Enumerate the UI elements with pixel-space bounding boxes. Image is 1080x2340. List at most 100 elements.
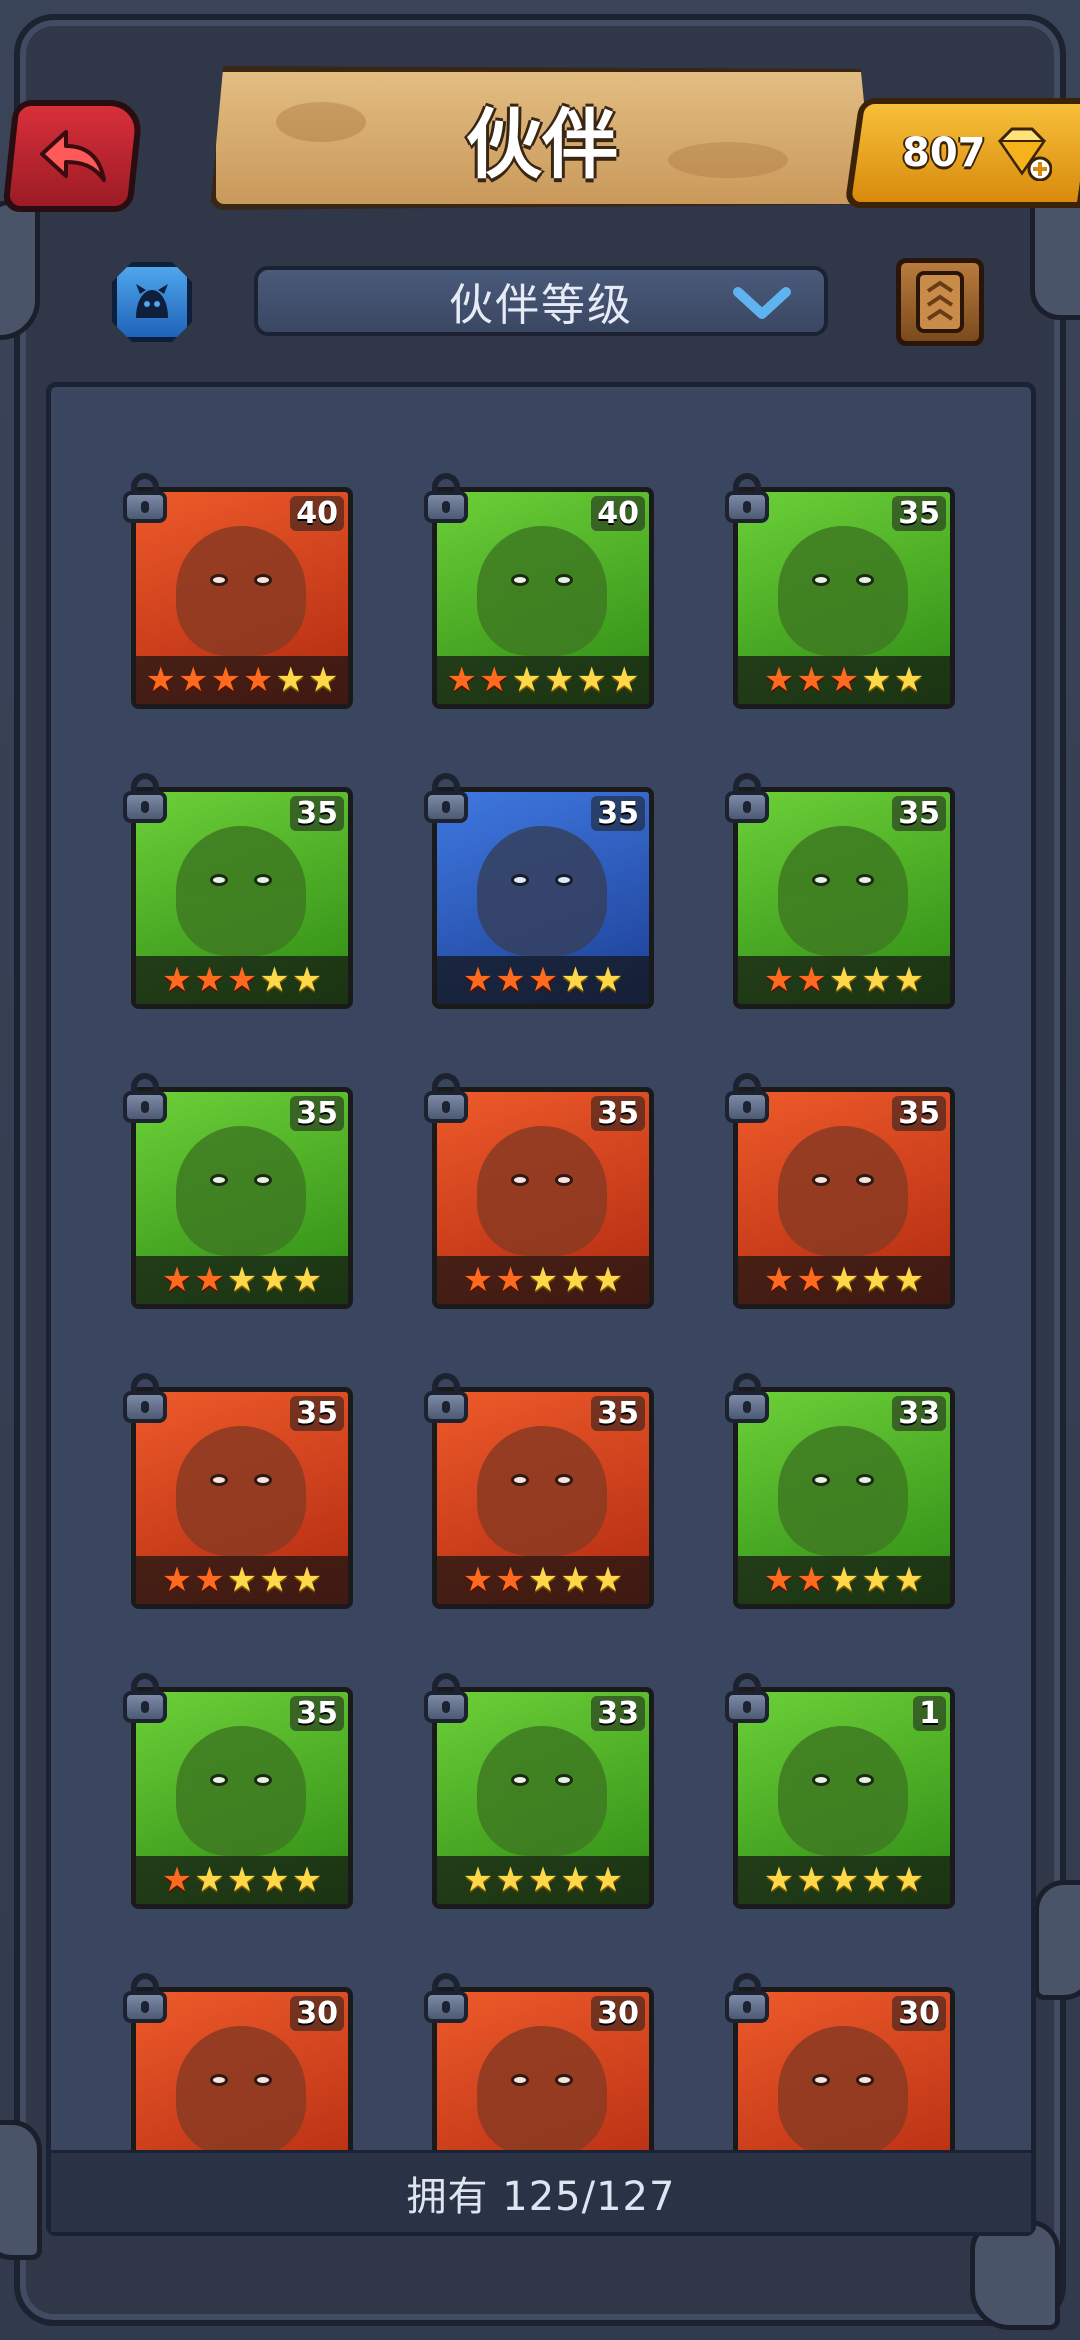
gold-star-icon: ★ [828, 1860, 860, 1900]
owned-footer: 拥有 125/127 [51, 2150, 1031, 2232]
lock-body [123, 1991, 167, 2023]
companion-level: 33 [591, 1696, 645, 1731]
diamond-plus-icon [997, 127, 1052, 181]
gold-star-icon: ★ [560, 1560, 591, 1600]
filter-button[interactable] [112, 262, 192, 342]
star-rating: ★ ★ ★ ★ ★ [136, 956, 348, 1004]
lock-body [123, 791, 167, 823]
red-star-icon: ★ [796, 960, 827, 1000]
portrait-eye [555, 1474, 573, 1486]
star-rating: ★ ★ ★ ★ ★ [136, 1856, 348, 1904]
gold-star-icon: ★ [307, 660, 339, 700]
red-star-icon: ★ [145, 660, 177, 700]
companion-slot: 35 ★ ★ ★ ★ ★ [424, 773, 654, 1009]
lock-icon[interactable] [723, 1973, 771, 2025]
red-star-icon: ★ [763, 1560, 795, 1600]
lock-icon[interactable] [121, 473, 169, 525]
gold-star-icon: ★ [275, 660, 306, 700]
gold-star-icon: ★ [527, 1260, 559, 1300]
companion-portrait [477, 1726, 607, 1856]
lock-icon[interactable] [723, 1373, 771, 1425]
companion-slot: 35 ★ ★ ★ ★ ★ [123, 1673, 353, 1909]
companion-portrait [778, 526, 908, 656]
gold-star-icon: ★ [291, 1260, 323, 1300]
gold-star-icon: ★ [544, 660, 575, 700]
portrait-eye [555, 874, 573, 886]
companion-level: 1 [913, 1696, 946, 1731]
gold-star-icon: ★ [560, 1860, 591, 1900]
red-star-icon: ★ [796, 660, 827, 700]
gold-star-icon: ★ [893, 960, 925, 1000]
lock-body [725, 1991, 769, 2023]
gold-star-icon: ★ [527, 1860, 559, 1900]
companion-portrait [778, 1126, 908, 1256]
gold-star-icon: ★ [259, 960, 290, 1000]
portrait-eye [812, 574, 830, 586]
portrait-eye [511, 874, 529, 886]
lock-body [725, 1391, 769, 1423]
gold-star-icon: ★ [893, 1260, 925, 1300]
monster-filter-icon [136, 284, 168, 318]
lock-icon[interactable] [121, 1673, 169, 1725]
portrait-eye [254, 1474, 272, 1486]
lock-body [424, 791, 468, 823]
sort-label: 伙伴等级 [449, 280, 633, 331]
lock-icon[interactable] [422, 473, 470, 525]
lock-icon[interactable] [422, 773, 470, 825]
gold-star-icon: ★ [796, 1860, 827, 1900]
lock-icon[interactable] [723, 1073, 771, 1125]
companion-slot: 35 ★ ★ ★ ★ ★ [123, 773, 353, 1009]
lock-body [123, 1391, 167, 1423]
lock-icon[interactable] [422, 1673, 470, 1725]
portrait-eye [856, 874, 874, 886]
companion-slot: 35 ★ ★ ★ ★ ★ [424, 1073, 654, 1309]
lock-icon[interactable] [723, 473, 771, 525]
scroll-book-button[interactable] [896, 258, 984, 346]
star-rating: ★ ★ ★ ★ ★ [738, 1556, 950, 1604]
red-star-icon: ★ [763, 960, 795, 1000]
companion-portrait [176, 1726, 306, 1856]
portrait-eye [511, 1174, 529, 1186]
red-star-icon: ★ [194, 1560, 225, 1600]
star-rating: ★ ★ ★ ★ ★ ★ [437, 656, 649, 704]
star-rating: ★ ★ ★ ★ ★ [738, 956, 950, 1004]
lock-icon[interactable] [422, 1973, 470, 2025]
companion-slot: 35 ★ ★ ★ ★ ★ [725, 773, 955, 1009]
gold-star-icon: ★ [560, 1260, 591, 1300]
red-star-icon: ★ [194, 1260, 225, 1300]
frame-rock [0, 200, 40, 340]
lock-icon[interactable] [723, 1673, 771, 1725]
chevron-down-icon [733, 287, 791, 319]
lock-icon[interactable] [121, 1373, 169, 1425]
sort-dropdown[interactable]: 伙伴等级 [254, 266, 828, 336]
companion-slot: 35 ★ ★ ★ ★ ★ [123, 1373, 353, 1609]
portrait-eye [555, 1774, 573, 1786]
gold-star-icon: ★ [226, 1860, 258, 1900]
lock-icon[interactable] [422, 1373, 470, 1425]
companion-portrait [778, 2026, 908, 2156]
portrait-eye [812, 1774, 830, 1786]
lock-icon[interactable] [422, 1073, 470, 1125]
red-star-icon: ★ [828, 660, 860, 700]
back-button[interactable] [2, 100, 144, 212]
gold-star-icon: ★ [560, 960, 591, 1000]
lock-icon[interactable] [121, 1973, 169, 2025]
companion-panel: 40 ★ ★ ★ ★ ★ ★ 40 ★ ★ ★ ★ ★ ★ 35 ★ ★ ★ ★ ★ 35 ★ ★ ★ ★ ★ 35 ★ ★ ★ ★ ★ 35 ★… [46, 382, 1036, 2236]
lock-body [424, 1391, 468, 1423]
red-star-icon: ★ [161, 1860, 193, 1900]
lock-body [123, 491, 167, 523]
gem-counter-button[interactable]: 807 [844, 98, 1080, 208]
lock-icon[interactable] [121, 1073, 169, 1125]
title-banner: 伙伴 [210, 66, 874, 210]
lock-icon[interactable] [121, 773, 169, 825]
companion-slot: 35 ★ ★ ★ ★ ★ [725, 1073, 955, 1309]
red-star-icon: ★ [462, 1560, 494, 1600]
portrait-eye [812, 1174, 830, 1186]
lock-body [725, 1691, 769, 1723]
lock-icon[interactable] [723, 773, 771, 825]
portrait-eye [555, 574, 573, 586]
gold-star-icon: ★ [291, 1860, 323, 1900]
portrait-eye [856, 1774, 874, 1786]
gold-star-icon: ★ [291, 1560, 323, 1600]
portrait-eye [210, 2074, 228, 2086]
